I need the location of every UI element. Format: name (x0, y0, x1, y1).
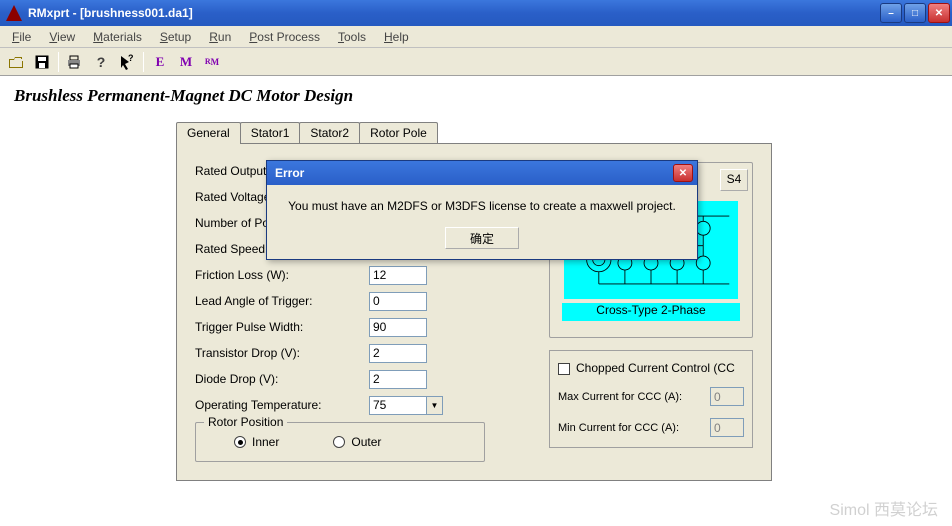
menu-bar: File View Materials Setup Run Post Proce… (0, 26, 952, 48)
input-op-temp[interactable] (369, 396, 427, 415)
print-icon[interactable] (63, 51, 87, 73)
label-lead-angle: Lead Angle of Trigger: (195, 294, 369, 308)
combo-op-temp[interactable]: ▼ (369, 396, 443, 415)
menu-view[interactable]: View (41, 28, 83, 46)
help-icon[interactable]: ? (89, 51, 113, 73)
watermark: Simol 西莫论坛 (830, 496, 938, 520)
error-message: You must have an M2DFS or M3DFS license … (281, 199, 683, 213)
max-ccc-label: Max Current for CCC (A): (558, 391, 710, 403)
error-ok-button[interactable]: 确定 (445, 227, 519, 249)
ccc-checkbox-row[interactable]: Chopped Current Control (CC (558, 361, 744, 375)
window-title: RMxprt - [brushness001.da1] (28, 6, 880, 20)
radio-inner[interactable]: Inner (234, 435, 279, 449)
error-titlebar: Error ✕ (267, 161, 697, 185)
context-help-icon[interactable]: ? (115, 51, 139, 73)
label-friction-loss: Friction Loss (W): (195, 268, 369, 282)
tab-stator2[interactable]: Stator2 (299, 122, 360, 143)
chevron-down-icon[interactable]: ▼ (427, 396, 443, 415)
max-ccc-input (710, 387, 744, 406)
close-button[interactable]: ✕ (928, 3, 950, 23)
min-ccc-label: Min Current for CCC (A): (558, 422, 710, 434)
label-transistor-drop: Transistor Drop (V): (195, 346, 369, 360)
radio-icon (333, 436, 345, 448)
tab-general[interactable]: General (176, 122, 241, 144)
menu-materials[interactable]: Materials (85, 28, 150, 46)
tab-stator1[interactable]: Stator1 (240, 122, 301, 143)
menu-file[interactable]: File (4, 28, 39, 46)
menu-setup[interactable]: Setup (152, 28, 199, 46)
error-close-button[interactable]: ✕ (673, 164, 693, 182)
tab-strip: General Stator1 Stator2 Rotor Pole (176, 122, 772, 143)
label-op-temp: Operating Temperature: (195, 398, 369, 412)
app-icon (6, 5, 22, 21)
maximize-button[interactable]: □ (904, 3, 926, 23)
ccc-group: Chopped Current Control (CC Max Current … (549, 350, 753, 448)
input-friction-loss[interactable] (369, 266, 427, 285)
label-diode-drop: Diode Drop (V): (195, 372, 369, 386)
radio-icon (234, 436, 246, 448)
circuit-caption: Cross-Type 2-Phase (562, 303, 740, 321)
open-icon[interactable] (4, 51, 28, 73)
minimize-button[interactable]: – (880, 3, 902, 23)
window-titlebar: RMxprt - [brushness001.da1] – □ ✕ (0, 0, 952, 26)
menu-run[interactable]: Run (201, 28, 239, 46)
label-trigger-pulse: Trigger Pulse Width: (195, 320, 369, 334)
ccc-label: Chopped Current Control (CC (576, 361, 735, 375)
tab-rotorpole[interactable]: Rotor Pole (359, 122, 438, 143)
menu-postprocess[interactable]: Post Process (241, 28, 328, 46)
input-trigger-pulse[interactable] (369, 318, 427, 337)
menu-help[interactable]: Help (376, 28, 417, 46)
rotor-position-group: Rotor Position Inner Outer (195, 422, 485, 462)
menu-tools[interactable]: Tools (330, 28, 374, 46)
rotor-position-legend: Rotor Position (204, 415, 287, 429)
checkbox-icon (558, 363, 570, 375)
input-lead-angle[interactable] (369, 292, 427, 311)
content-area: Brushless Permanent-Magnet DC Motor Desi… (0, 76, 952, 526)
min-ccc-input (710, 418, 744, 437)
e-mode-button[interactable]: E (148, 51, 172, 73)
rm-mode-button[interactable]: RM (200, 51, 224, 73)
error-title: Error (275, 166, 673, 180)
input-diode-drop[interactable] (369, 370, 427, 389)
document-title: Brushless Permanent-Magnet DC Motor Desi… (14, 86, 938, 106)
radio-outer[interactable]: Outer (333, 435, 381, 449)
error-dialog: Error ✕ You must have an M2DFS or M3DFS … (266, 160, 698, 260)
save-icon[interactable] (30, 51, 54, 73)
s4-button[interactable]: S4 (720, 169, 748, 191)
toolbar: ? ? E M RM (0, 48, 952, 76)
m-mode-button[interactable]: M (174, 51, 198, 73)
window-buttons: – □ ✕ (880, 3, 950, 23)
input-transistor-drop[interactable] (369, 344, 427, 363)
svg-text:?: ? (128, 54, 134, 63)
